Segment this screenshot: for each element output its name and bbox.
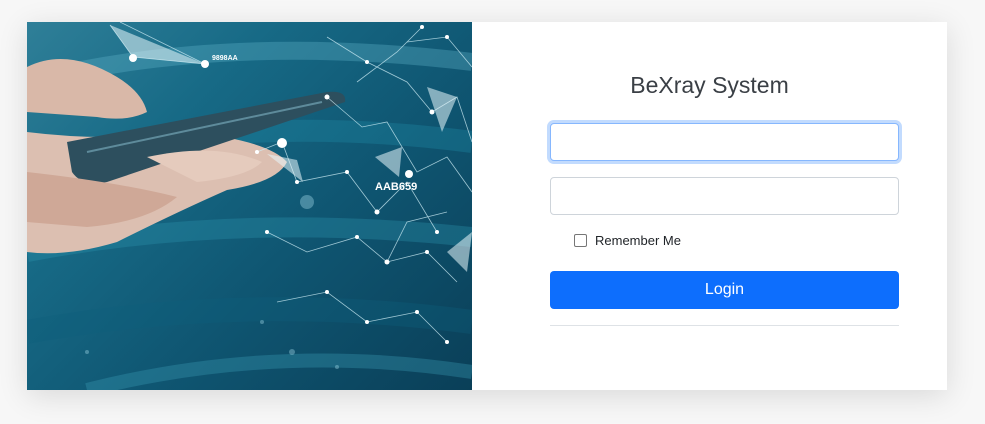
username-input[interactable] bbox=[550, 123, 899, 161]
hero-tag-large: AAB659 bbox=[375, 181, 417, 193]
remember-me-checkbox[interactable] bbox=[574, 234, 587, 247]
network-illustration: 9898AA AAB659 bbox=[27, 22, 472, 390]
password-input[interactable] bbox=[550, 177, 899, 215]
hero-tag-small: 9898AA bbox=[212, 55, 238, 62]
remember-me-label: Remember Me bbox=[595, 233, 681, 248]
login-form: BeXray System Remember Me Login bbox=[472, 22, 947, 390]
login-button[interactable]: Login bbox=[550, 271, 899, 309]
remember-me[interactable]: Remember Me bbox=[574, 233, 681, 248]
hero-image: 9898AA AAB659 bbox=[27, 22, 472, 390]
divider bbox=[550, 325, 899, 326]
login-card: 9898AA AAB659 BeXray System Remember Me … bbox=[27, 22, 947, 390]
page-title: BeXray System bbox=[630, 72, 789, 98]
